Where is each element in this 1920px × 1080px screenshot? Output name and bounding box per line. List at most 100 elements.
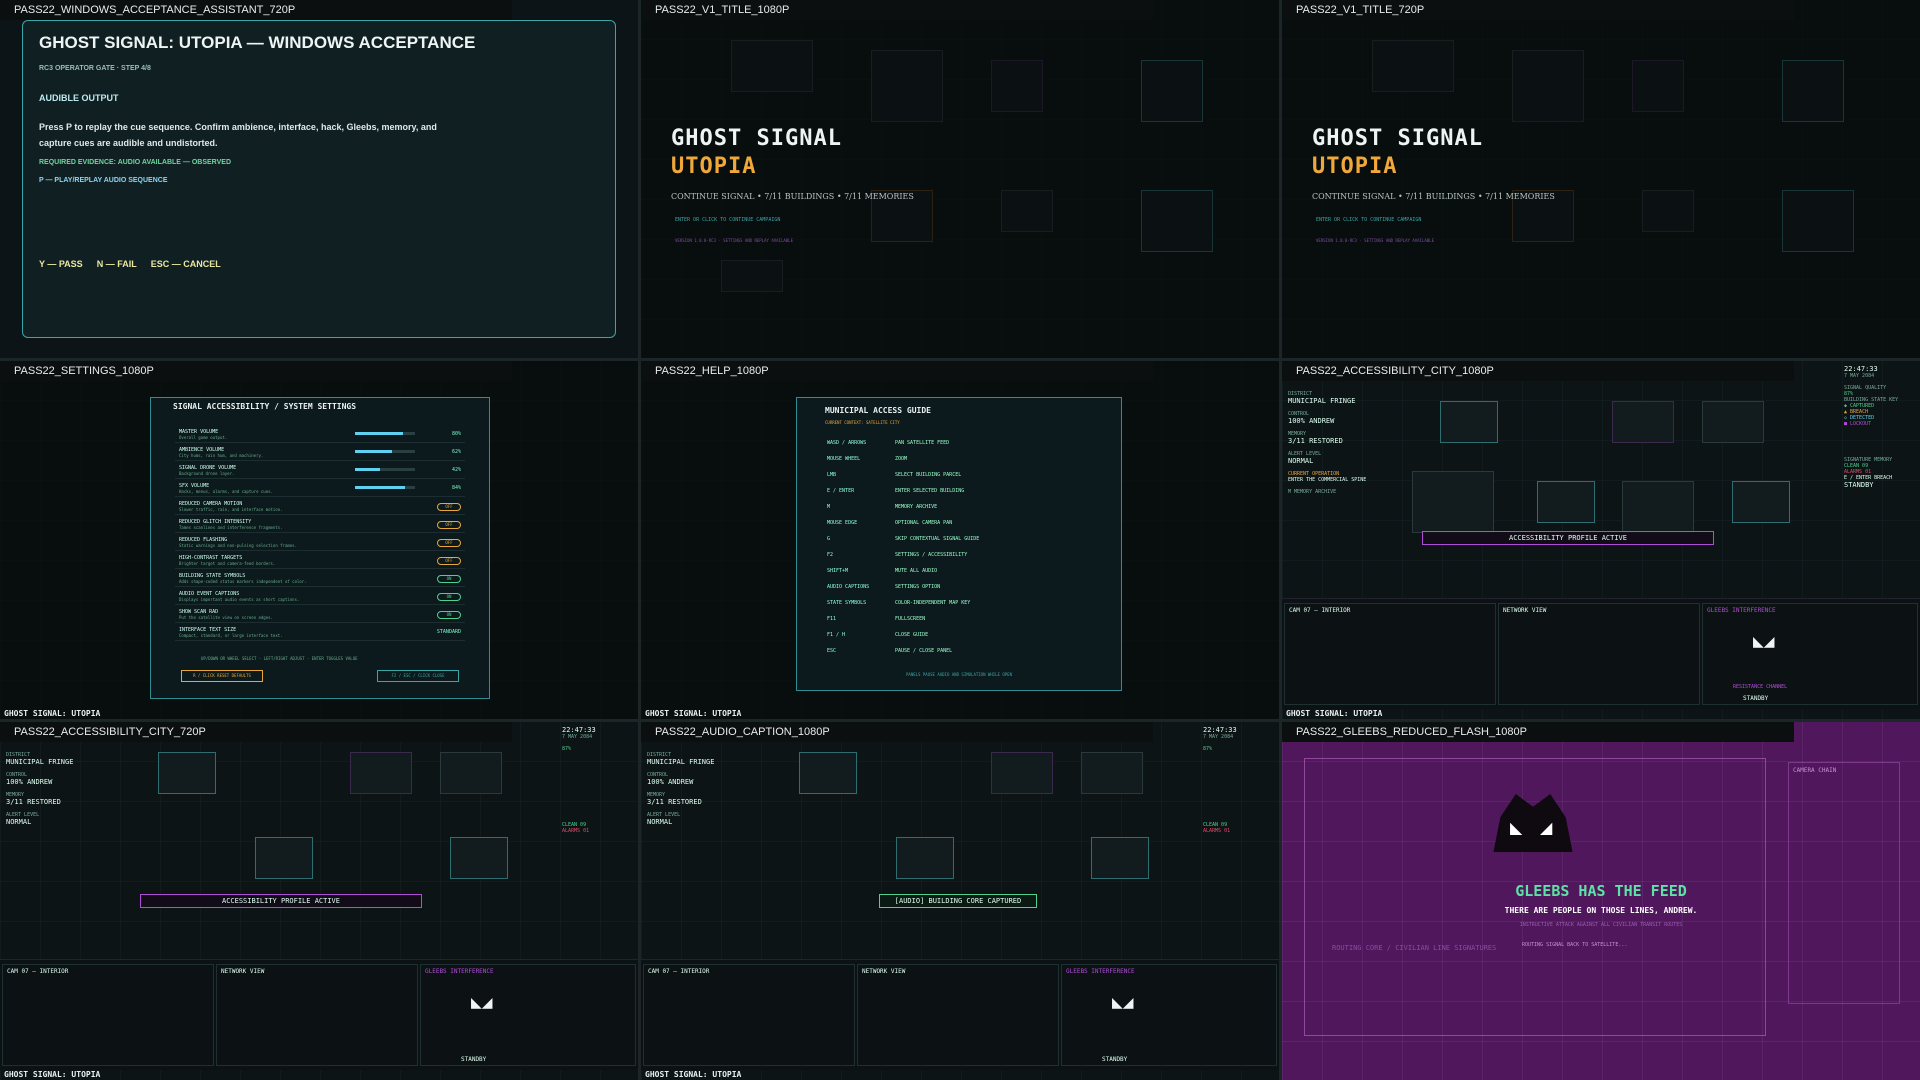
setting-toggle[interactable]: OFF <box>437 557 461 565</box>
screenshot-grid: PASS22_WINDOWS_ACCEPTANCE_ASSISTANT_720P… <box>0 0 1920 1080</box>
help-key: AUDIO CAPTIONS <box>827 584 870 590</box>
transit-depot-node[interactable] <box>1440 401 1498 443</box>
title-cell-720: PASS22_V1_TITLE_720P GHOST SIGNAL UTOPIA… <box>1282 0 1920 358</box>
replay-audio-hint[interactable]: P — PLAY/REPLAY AUDIO SEQUENCE <box>39 177 168 184</box>
setting-description: Background drone layer. <box>179 471 235 476</box>
status-hud: DISTRICT MUNICIPAL FRINGE CONTROL 100% AND… <box>6 752 74 826</box>
fail-button[interactable]: N — FAIL <box>97 259 137 269</box>
help-row: F2 SETTINGS / ACCESSIBILITY <box>827 552 967 558</box>
cell-caption: PASS22_SETTINGS_1080P <box>0 361 512 381</box>
help-key: MOUSE WHEEL <box>827 456 861 462</box>
version-text: VERSION 1.0.0-RC3 · SETTINGS AND REPLAY … <box>1316 238 1435 243</box>
settings-row[interactable]: MASTER VOLUME Overall game output. 80% <box>175 428 465 443</box>
cell-caption: PASS22_ACCESSIBILITY_CITY_1080P <box>1282 361 1794 381</box>
cell-caption: PASS22_AUDIO_CAPTION_1080P <box>641 722 1153 742</box>
volume-slider[interactable] <box>355 450 415 453</box>
setting-toggle[interactable]: ON <box>437 611 461 619</box>
maintenance-node[interactable] <box>1091 837 1149 879</box>
setting-toggle[interactable]: ON <box>437 575 461 583</box>
help-key: F1 / H <box>827 632 846 638</box>
volume-slider[interactable] <box>355 468 415 471</box>
gleebs-left-eye-icon: ◣ <box>1510 818 1523 837</box>
settings-row[interactable]: SFX VOLUME Hacks, menus, alarms, and capt… <box>175 482 465 497</box>
network-panel[interactable]: NETWORK VIEW <box>857 964 1059 1066</box>
footer-title: GHOST SIGNAL: UTOPIA <box>1286 709 1383 718</box>
evidence-status: REQUIRED EVIDENCE: AUDIO AVAILABLE — OBS… <box>39 159 232 166</box>
settings-row[interactable]: SIGNAL DRONE VOLUME Background drone laye… <box>175 464 465 479</box>
close-settings-button[interactable]: F2 / ESC / CLICK CLOSE <box>377 670 459 682</box>
camera-panel[interactable]: CAM 07 — INTERIOR <box>1284 603 1496 705</box>
setting-toggle[interactable]: ON <box>437 593 461 601</box>
network-panel[interactable]: NETWORK VIEW <box>1498 603 1700 705</box>
settings-row[interactable]: BUILDING STATE SYMBOLS Adds shape-coded s… <box>175 572 465 587</box>
help-row: G SKIP CONTEXTUAL SIGNAL GUIDE <box>827 536 979 542</box>
repair-node[interactable] <box>255 837 313 879</box>
help-key: LMB <box>827 472 837 478</box>
help-row: MOUSE WHEEL ZOOM <box>827 456 907 462</box>
camera-panel[interactable]: CAM 07 — INTERIOR <box>2 964 214 1066</box>
help-action: PAN SATELLITE FEED <box>895 440 950 446</box>
network-panel[interactable]: NETWORK VIEW <box>216 964 418 1066</box>
help-action: PAUSE / CLOSE PANEL <box>895 648 953 654</box>
settings-row[interactable]: HIGH-CONTRAST TARGETS Brighter target and… <box>175 554 465 569</box>
gleebs-takeover: CAMERA CHAIN ◣ ◢ GLEEBS HAS THE FEED THE… <box>1282 722 1920 1080</box>
status-hud: DISTRICT MUNICIPAL FRINGE CONTROL 100% AND… <box>1288 391 1367 495</box>
setting-description: Static warnings and non-pulsing selectio… <box>179 543 298 548</box>
setting-description: Compact, standard, or large interface te… <box>179 633 283 638</box>
status-hud: DISTRICT MUNICIPAL FRINGE CONTROL 100% AND… <box>647 752 715 826</box>
section-heading: AUDIBLE OUTPUT <box>39 93 119 103</box>
settings-row[interactable]: REDUCED CAMERA MOTION Slower traffic, rai… <box>175 500 465 515</box>
setting-value: 62% <box>451 449 461 455</box>
help-action: OPTIONAL CAMERA PAN <box>895 520 953 526</box>
volume-slider[interactable] <box>355 432 415 435</box>
setting-toggle[interactable]: OFF <box>437 539 461 547</box>
setting-description: Put the satellite view on screen edges. <box>179 615 273 620</box>
settings-hint: UP/DOWN OR WHEEL SELECT · LEFT/RIGHT ADJ… <box>201 656 358 661</box>
help-row: E / ENTER ENTER SELECTED BUILDING <box>827 488 964 494</box>
cell-caption: PASS22_V1_TITLE_1080P <box>641 0 1153 20</box>
help-title: MUNICIPAL ACCESS GUIDE <box>825 406 931 415</box>
help-key: STATE SYMBOLS <box>827 600 867 606</box>
maintenance-node[interactable] <box>450 837 508 879</box>
help-action: ENTER SELECTED BUILDING <box>895 488 965 494</box>
cancel-button[interactable]: ESC — CANCEL <box>151 259 221 269</box>
settings-panel: SIGNAL ACCESSIBILITY / SYSTEM SETTINGS M… <box>150 397 490 699</box>
settings-row[interactable]: AUDIO EVENT CAPTIONS Displays important a… <box>175 590 465 605</box>
instructions: Press P to replay the cue sequence. Conf… <box>39 122 437 148</box>
gleebs-panel: GLEEBS INTERFERENCE ◣◢ STANDBY <box>1061 964 1277 1066</box>
accessibility-profile-banner: ACCESSIBILITY PROFILE ACTIVE <box>140 894 422 908</box>
transit-depot-node[interactable] <box>158 752 216 794</box>
settings-row[interactable]: REDUCED GLITCH INTENSITY Tames scanlines … <box>175 518 465 533</box>
dialog-subtitle: RC3 OPERATOR GATE · STEP 4/8 <box>39 65 151 72</box>
setting-description: Tames scanlines and interference fragmen… <box>179 525 283 530</box>
volume-slider[interactable] <box>355 486 415 489</box>
help-action: SETTINGS / ACCESSIBILITY <box>895 552 968 558</box>
settings-title: SIGNAL ACCESSIBILITY / SYSTEM SETTINGS <box>173 402 357 411</box>
repair-node[interactable] <box>896 837 954 879</box>
transit-depot-node[interactable] <box>799 752 857 794</box>
setting-description: Hacks, menus, alarms, and capture cues. <box>179 489 273 494</box>
continue-signal[interactable]: CONTINUE SIGNAL • 7/11 BUILDINGS • 7/11 … <box>671 192 914 201</box>
setting-description: Slower traffic, rain, and interface moti… <box>179 507 283 512</box>
settings-row[interactable]: INTERFACE TEXT SIZE Compact, standard, or… <box>175 626 465 641</box>
reset-defaults-button[interactable]: R / CLICK RESET DEFAULTS <box>181 670 263 682</box>
setting-description: Overall game output. <box>179 435 228 440</box>
help-row: F1 / H CLOSE GUIDE <box>827 632 928 638</box>
setting-description: City hums, rain hum, and machinery. <box>179 453 264 458</box>
repair-node[interactable] <box>1537 481 1595 523</box>
settings-row[interactable]: REDUCED FLASHING Static warnings and non-… <box>175 536 465 551</box>
settings-row[interactable]: AMBIENCE VOLUME City hums, rain hum, and … <box>175 446 465 461</box>
continue-signal[interactable]: CONTINUE SIGNAL • 7/11 BUILDINGS • 7/11 … <box>1312 192 1555 201</box>
city-cell-1080: PASS22_ACCESSIBILITY_CITY_1080P DISTRICT… <box>1282 361 1920 719</box>
pass-button[interactable]: Y — PASS <box>39 259 83 269</box>
setting-toggle[interactable]: OFF <box>437 503 461 511</box>
help-row: LMB SELECT BUILDING PARCEL <box>827 472 961 478</box>
settings-row[interactable]: SHOW SCAN RAD Put the satellite view on s… <box>175 608 465 623</box>
camera-panel[interactable]: CAM 07 — INTERIOR <box>643 964 855 1066</box>
decision-buttons: Y — PASS N — FAIL ESC — CANCEL <box>39 259 221 269</box>
help-action: ZOOM <box>895 456 908 462</box>
setting-toggle[interactable]: OFF <box>437 521 461 529</box>
maintenance-node[interactable] <box>1732 481 1790 523</box>
gleebs-headline: GLEEBS HAS THE FEED <box>1515 882 1687 900</box>
footer-title: GHOST SIGNAL: UTOPIA <box>4 1070 101 1079</box>
